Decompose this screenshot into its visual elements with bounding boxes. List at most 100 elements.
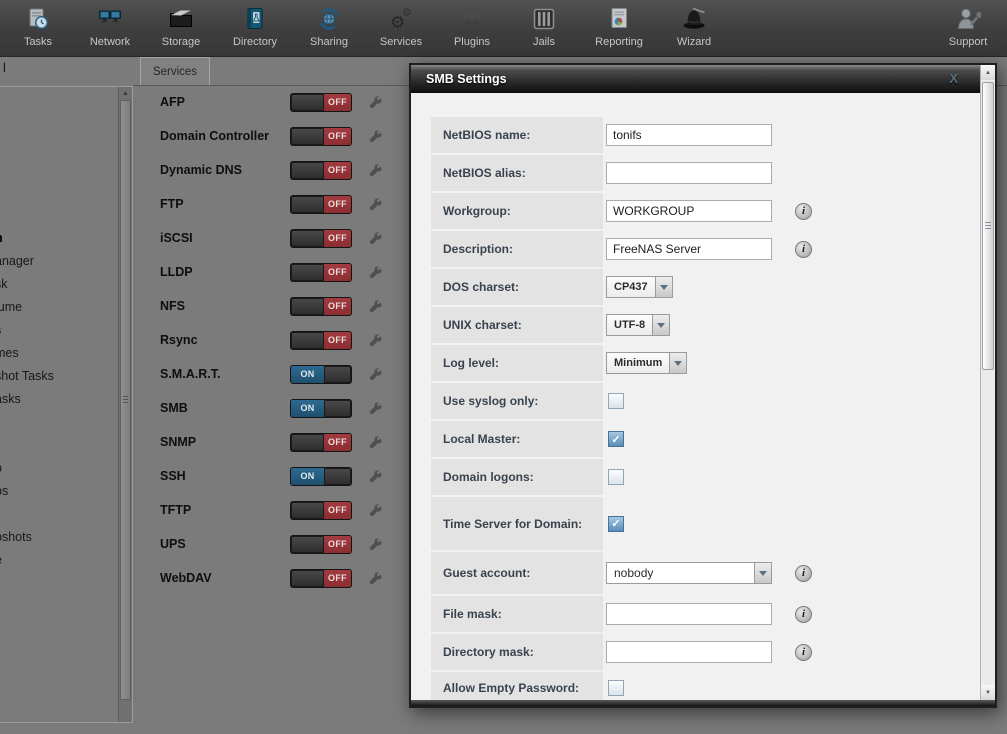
service-toggle-on[interactable]: ON [290,467,352,486]
toggle-knob[interactable] [324,400,351,417]
dropdown[interactable]: CP437 [606,276,673,298]
toggle-knob[interactable] [291,536,324,553]
scroll-up-arrow[interactable]: ▲ [981,65,995,80]
toggle-knob[interactable] [291,196,324,213]
text-input[interactable] [606,238,772,260]
service-toggle-off[interactable]: OFF [290,161,352,180]
dialog-titlebar[interactable]: SMB Settings X [411,65,980,93]
toolbar-item-support[interactable]: Support [932,3,1004,55]
tree-item-fragment[interactable]: shot Tasks [0,365,54,388]
wrench-icon[interactable] [368,265,383,280]
info-icon[interactable]: i [795,644,812,661]
toolbar-item-services[interactable]: ⚙⚙ Services [365,3,437,55]
tab-services[interactable]: Services [140,57,210,86]
info-icon[interactable]: i [795,606,812,623]
service-toggle-off[interactable]: OFF [290,535,352,554]
toolbar-item-sharing[interactable]: Sharing [293,3,365,55]
toolbar-item-tasks[interactable]: Tasks [2,3,74,55]
wrench-icon[interactable] [368,129,383,144]
toolbar-item-plugins[interactable]: Plugins [436,3,508,55]
wrench-icon[interactable] [368,333,383,348]
tree-item-fragment[interactable]: pshots [0,526,32,549]
checkbox-checked[interactable] [608,431,624,447]
tree-item-fragment[interactable]: s [0,319,1,342]
toggle-knob[interactable] [291,502,324,519]
tree-item-fragment[interactable]: anager [0,250,34,273]
toggle-knob[interactable] [324,366,351,383]
service-toggle-on[interactable]: ON [290,365,352,384]
toggle-knob[interactable] [291,434,324,451]
toggle-knob[interactable] [291,128,324,145]
wrench-icon[interactable] [368,95,383,110]
toggle-knob[interactable] [291,230,324,247]
scrollbar-thumb[interactable] [120,100,131,700]
service-toggle-off[interactable]: OFF [290,229,352,248]
service-toggle-off[interactable]: OFF [290,331,352,350]
checkbox-checked[interactable] [608,516,624,532]
tree-item-fragment[interactable]: sk [0,273,8,296]
toolbar-item-reporting[interactable]: Reporting [583,3,655,55]
wrench-icon[interactable] [368,537,383,552]
text-input[interactable] [606,200,772,222]
dropdown-arrow-button[interactable] [655,277,672,297]
scroll-up-arrow[interactable]: ▲ [119,87,132,99]
scroll-down-arrow[interactable]: ▼ [981,685,995,700]
wrench-icon[interactable] [368,197,383,212]
dropdown-arrow-button[interactable] [669,353,686,373]
wrench-icon[interactable] [368,367,383,382]
service-toggle-off[interactable]: OFF [290,569,352,588]
checkbox[interactable] [608,393,624,409]
tree-item-fragment[interactable]: bs [0,480,8,503]
info-icon[interactable]: i [795,241,812,258]
service-toggle-off[interactable]: OFF [290,127,352,146]
dropdown-arrow-button[interactable] [754,563,771,583]
dropdown-arrow-button[interactable] [652,315,669,335]
info-icon[interactable]: i [795,565,812,582]
toolbar-item-directory[interactable]: Directory [219,3,291,55]
service-toggle-on[interactable]: ON [290,399,352,418]
scrollbar-thumb[interactable] [982,82,994,370]
close-icon[interactable]: X [949,71,958,86]
wrench-icon[interactable] [368,503,383,518]
toolbar-item-wizard[interactable]: Wizard [658,3,730,55]
tree-item-fragment[interactable]: p [0,457,2,480]
toolbar-item-jails[interactable]: Jails [508,3,580,55]
service-toggle-off[interactable]: OFF [290,297,352,316]
toolbar-item-storage[interactable]: Storage [145,3,217,55]
text-input[interactable] [606,162,772,184]
toggle-knob[interactable] [291,332,324,349]
info-icon[interactable]: i [795,203,812,220]
tree-item-fragment[interactable]: lume [0,296,22,319]
text-input[interactable] [606,641,772,663]
service-toggle-off[interactable]: OFF [290,501,352,520]
dropdown[interactable]: Minimum [606,352,687,374]
dropdown[interactable]: nobody [606,562,772,584]
dialog-scrollbar[interactable]: ▲ ▼ [980,65,995,700]
toolbar-item-network[interactable]: Network [74,3,146,55]
text-input[interactable] [606,603,772,625]
tree-item-fragment[interactable]: e [0,549,2,572]
wrench-icon[interactable] [368,469,383,484]
toggle-knob[interactable] [291,162,324,179]
wrench-icon[interactable] [368,401,383,416]
checkbox[interactable] [608,680,624,696]
wrench-icon[interactable] [368,435,383,450]
toggle-knob[interactable] [291,94,324,111]
toggle-knob[interactable] [291,570,324,587]
text-input[interactable] [606,124,772,146]
toggle-knob[interactable] [291,264,324,281]
tree-item-fragment[interactable]: mes [0,342,19,365]
wrench-icon[interactable] [368,163,383,178]
dropdown[interactable]: UTF-8 [606,314,670,336]
service-toggle-off[interactable]: OFF [290,195,352,214]
toggle-knob[interactable] [291,298,324,315]
tree-item-fragment[interactable]: asks [0,388,21,411]
service-toggle-off[interactable]: OFF [290,93,352,112]
wrench-icon[interactable] [368,231,383,246]
service-toggle-off[interactable]: OFF [290,263,352,282]
wrench-icon[interactable] [368,571,383,586]
wrench-icon[interactable] [368,299,383,314]
checkbox[interactable] [608,469,624,485]
service-toggle-off[interactable]: OFF [290,433,352,452]
toggle-knob[interactable] [324,468,351,485]
